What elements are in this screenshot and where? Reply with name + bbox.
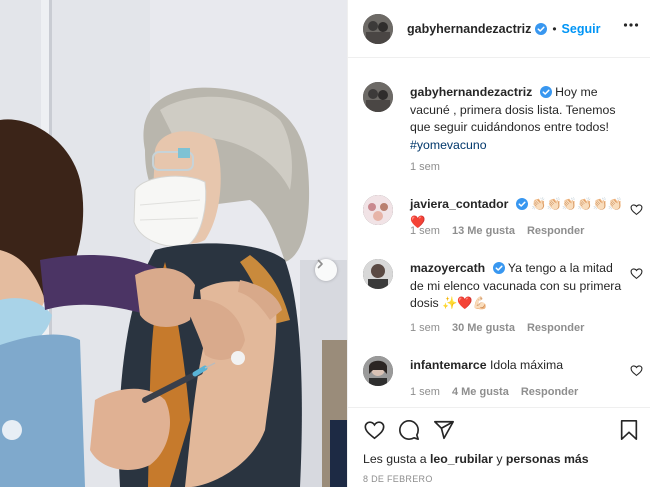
comment-item: mazoyercath Ya tengo a la mitad de mi el…	[363, 259, 643, 344]
comment-username[interactable]: infantemarce	[410, 358, 487, 372]
caption-time[interactable]: 1 sem	[410, 161, 440, 173]
post-side-panel: gabyhernandezactriz • Seguir gabyhernand…	[347, 0, 650, 487]
separator-dot: •	[552, 21, 557, 36]
avatar[interactable]	[363, 356, 393, 386]
header-text: gabyhernandezactriz • Seguir	[407, 22, 600, 36]
comment-item: javiera_contador 👏🏻👏🏻👏🏻👏🏻👏🏻👏🏻❤️ 1 sem 13…	[363, 195, 643, 243]
avatar-image	[363, 259, 393, 289]
post-date[interactable]: 8 DE FEBRERO	[363, 474, 433, 484]
next-photo-button[interactable]	[315, 259, 337, 281]
avatar[interactable]	[363, 13, 393, 44]
verified-badge-icon	[539, 86, 552, 98]
comment-meta: 1 sem 30 Me gusta Responder	[410, 322, 584, 334]
follow-button[interactable]: Seguir	[562, 22, 601, 36]
liked-by-username[interactable]: leo_rubilar	[430, 452, 493, 466]
comment-likes[interactable]: 13 Me gusta	[452, 225, 515, 237]
comment-meta: 1 sem 4 Me gusta Responder	[410, 386, 578, 398]
instagram-post: gabyhernandezactriz • Seguir gabyhernand…	[0, 0, 650, 487]
comment-body: infantemarce Idola máxima	[410, 357, 625, 375]
chevron-right-icon	[317, 259, 323, 269]
like-heart-icon[interactable]	[363, 419, 386, 441]
liked-by-others[interactable]: personas más	[506, 452, 589, 466]
comment-time[interactable]: 1 sem	[410, 225, 440, 237]
comment-icon[interactable]	[398, 419, 420, 441]
header-username[interactable]: gabyhernandezactriz	[407, 22, 531, 36]
caption-item: gabyhernandezactriz Hoy me vacuné , prim…	[363, 82, 643, 182]
avatar[interactable]	[363, 195, 393, 225]
more-horizontal-icon[interactable]	[623, 17, 639, 33]
like-comment-heart-icon[interactable]	[630, 267, 643, 280]
reply-button[interactable]: Responder	[527, 322, 584, 334]
verified-badge-icon	[492, 262, 505, 274]
avatar[interactable]	[363, 82, 393, 112]
comment-time[interactable]: 1 sem	[410, 322, 440, 334]
verified-badge-icon	[535, 22, 548, 35]
reply-button[interactable]: Responder	[521, 386, 578, 398]
caption-meta: 1 sem	[410, 161, 440, 173]
post-actions: Les gusta a leo_rubilar y personas más 8…	[348, 407, 650, 487]
likes-summary: Les gusta a leo_rubilar y personas más	[363, 452, 589, 466]
like-comment-heart-icon[interactable]	[630, 364, 643, 377]
caption-username[interactable]: gabyhernandezactriz	[410, 85, 532, 99]
comment-likes[interactable]: 30 Me gusta	[452, 322, 515, 334]
comment-text: Idola máxima	[489, 358, 564, 372]
caption-hashtag[interactable]: #yomevacuno	[410, 138, 487, 152]
reply-button[interactable]: Responder	[527, 225, 584, 237]
share-icon[interactable]	[433, 419, 455, 441]
post-header: gabyhernandezactriz • Seguir	[348, 0, 650, 58]
avatar-image	[363, 195, 393, 225]
post-photo[interactable]	[0, 0, 347, 487]
comment-body: mazoyercath Ya tengo a la mitad de mi el…	[410, 260, 625, 313]
comments-list[interactable]: gabyhernandezactriz Hoy me vacuné , prim…	[348, 59, 650, 407]
caption-body: gabyhernandezactriz Hoy me vacuné , prim…	[410, 84, 625, 154]
likes-prefix: Les gusta a	[363, 452, 427, 466]
like-comment-heart-icon[interactable]	[630, 203, 643, 216]
avatar-image	[363, 82, 393, 112]
comment-username[interactable]: javiera_contador	[410, 197, 508, 211]
likes-conjunction: y	[496, 452, 503, 466]
comment-item: infantemarce Idola máxima 1 sem 4 Me gus…	[363, 356, 643, 406]
vaccination-photo	[0, 0, 347, 487]
comment-time[interactable]: 1 sem	[410, 386, 440, 398]
verified-badge-icon	[515, 198, 528, 210]
comment-likes[interactable]: 4 Me gusta	[452, 386, 509, 398]
comment-username[interactable]: mazoyercath	[410, 261, 485, 275]
avatar-image	[363, 13, 393, 44]
save-bookmark-icon[interactable]	[619, 419, 639, 441]
avatar-image	[363, 356, 393, 386]
avatar[interactable]	[363, 259, 393, 289]
comment-meta: 1 sem 13 Me gusta Responder	[410, 225, 584, 237]
